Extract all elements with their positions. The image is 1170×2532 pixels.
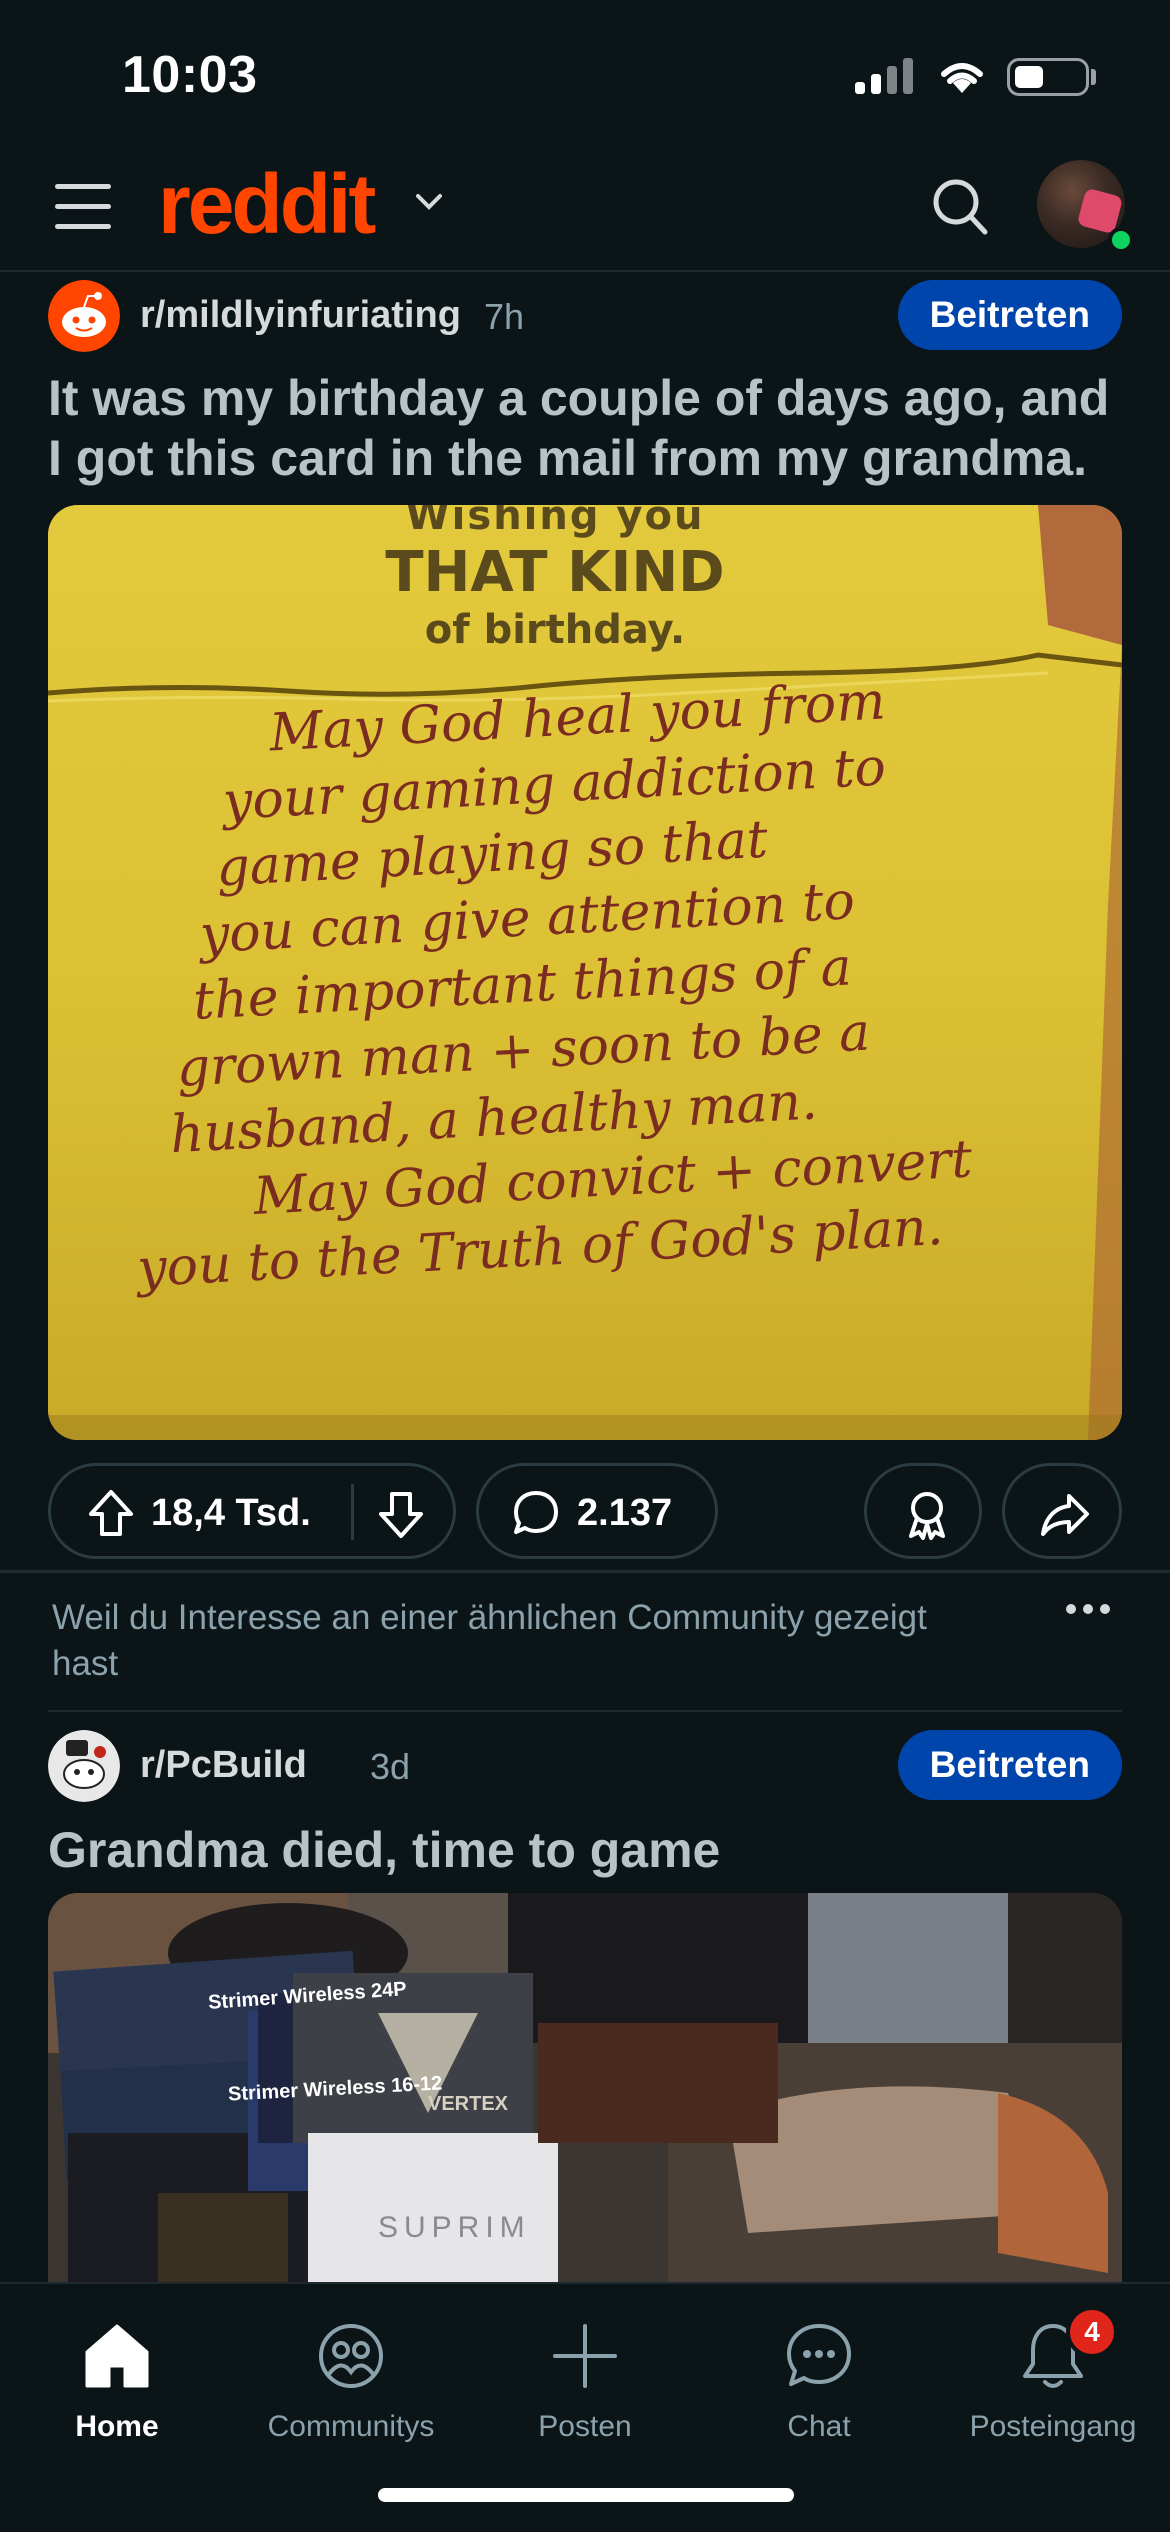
tab-post[interactable]: Posten <box>468 2298 702 2448</box>
subreddit-avatar[interactable] <box>48 1730 120 1802</box>
top-nav: reddit <box>0 150 1170 272</box>
online-indicator <box>1108 227 1134 253</box>
tab-label: Chat <box>787 2410 851 2443</box>
signal-icon <box>855 58 915 94</box>
box-label: SUPRIM <box>378 2211 531 2244</box>
notification-badge: 4 <box>1066 2306 1118 2358</box>
post-title[interactable]: Grandma died, time to game <box>48 1820 1128 1880</box>
post-image[interactable]: Wishing you THAT KIND of birthday. May G… <box>48 505 1122 1440</box>
card-handwriting: May God heal you from your gaming addict… <box>88 657 1122 1303</box>
tab-communities[interactable]: Communitys <box>234 2298 468 2448</box>
upvote-icon[interactable] <box>87 1488 135 1538</box>
recommendation-text: Weil du Interesse an einer ähnlichen Com… <box>52 1598 927 1683</box>
reddit-logo[interactable]: reddit <box>158 156 376 253</box>
share-icon <box>1041 1494 1089 1536</box>
comments-button[interactable]: 2.137 <box>476 1463 718 1559</box>
wifi-icon <box>941 63 983 93</box>
post-header: r/mildlyinfuriating 7h Beitreten <box>48 280 1122 354</box>
subreddit-name[interactable]: r/mildlyinfuriating <box>140 294 461 337</box>
post-header: r/PcBuild 3d Beitreten <box>48 1730 1122 1804</box>
screen: 10:03 reddit r/mildlyinfuriating 7h Beit… <box>0 0 1170 2532</box>
award-icon <box>909 1492 945 1540</box>
tab-label: Posten <box>538 2410 632 2443</box>
tab-home[interactable]: Home <box>0 2298 234 2448</box>
tab-label: Home <box>75 2410 159 2443</box>
join-button[interactable]: Beitreten <box>897 1730 1122 1800</box>
post-time: 7h <box>484 296 525 337</box>
downvote-icon[interactable] <box>377 1490 425 1540</box>
search-icon[interactable] <box>930 174 990 238</box>
chevron-down-icon[interactable] <box>414 190 444 214</box>
card-printed-text: Wishing you THAT KIND of birthday. <box>48 505 1122 653</box>
plus-icon <box>553 2324 617 2388</box>
post-actions: 18,4 Tsd. 2.137 <box>48 1463 1122 1559</box>
subreddit-avatar[interactable] <box>48 280 120 352</box>
communities-icon <box>319 2324 383 2388</box>
vote-control: 18,4 Tsd. <box>48 1463 456 1559</box>
card-printed-line: of birthday. <box>424 607 686 653</box>
award-button[interactable] <box>864 1463 982 1559</box>
status-time: 10:03 <box>122 46 258 104</box>
box-label: VERTEX <box>428 2093 509 2115</box>
card-printed-line: Wishing you <box>405 505 705 539</box>
post-title[interactable]: It was my birthday a couple of days ago,… <box>48 368 1128 488</box>
tab-label: Posteingang <box>969 2410 1137 2443</box>
home-indicator[interactable] <box>378 2488 794 2502</box>
comment-count: 2.137 <box>577 1492 673 1534</box>
home-icon <box>85 2324 149 2388</box>
post-divider <box>0 1570 1170 1573</box>
battery-icon <box>1007 58 1089 96</box>
tab-label: Communitys <box>267 2410 435 2443</box>
comment-icon <box>514 1491 558 1534</box>
tab-inbox[interactable]: 4 Posteingang <box>936 2298 1170 2448</box>
vote-separator <box>351 1484 354 1540</box>
subreddit-name[interactable]: r/PcBuild <box>140 1744 307 1787</box>
upvote-count: 18,4 Tsd. <box>151 1492 311 1534</box>
post-time: 3d <box>370 1746 411 1787</box>
status-bar: 10:03 <box>0 0 1170 150</box>
join-button[interactable]: Beitreten <box>897 280 1122 350</box>
more-options-icon[interactable] <box>1066 1604 1110 1618</box>
tab-chat[interactable]: Chat <box>702 2298 936 2448</box>
battery-cap <box>1091 69 1096 85</box>
recommendation-divider <box>48 1710 1122 1712</box>
share-button[interactable] <box>1002 1463 1122 1559</box>
chat-icon <box>787 2324 851 2386</box>
card-printed-line: THAT KIND <box>385 540 725 605</box>
menu-icon[interactable] <box>55 182 111 230</box>
